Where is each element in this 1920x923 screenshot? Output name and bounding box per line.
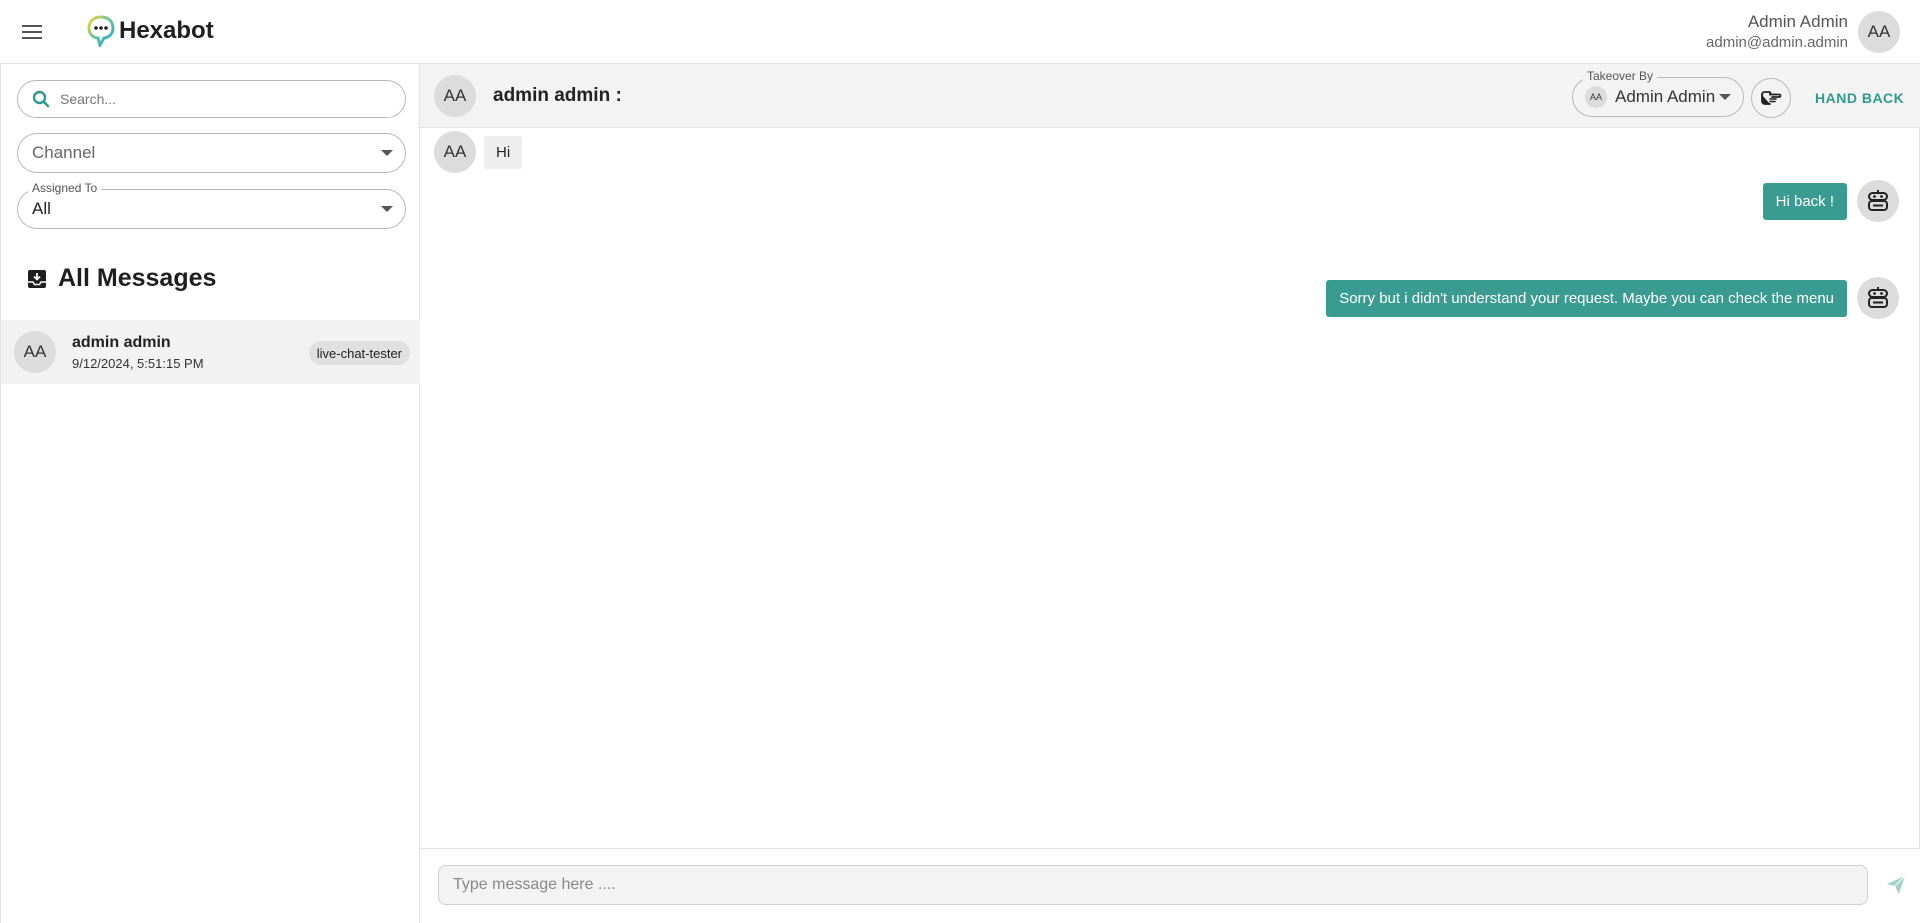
user-avatar[interactable]: AA <box>1858 11 1900 53</box>
takeover-name: Admin Admin <box>1615 87 1716 106</box>
conversation-item[interactable]: AA admin admin 9/12/2024, 5:51:15 PM liv… <box>1 320 420 384</box>
takeover-select[interactable]: Takeover By AA Admin Admin <box>1572 69 1744 117</box>
user-menu[interactable]: Admin Admin admin@admin.admin AA <box>1706 11 1900 53</box>
app-name: Hexabot <box>119 17 214 44</box>
channel-label: Channel <box>32 143 96 162</box>
chat-bubble-logo-icon <box>87 15 115 47</box>
robot-icon <box>1857 180 1899 222</box>
send-icon <box>1886 875 1906 895</box>
chat-header: AA admin admin : Takeover By AA Admin Ad… <box>420 64 1920 128</box>
conversation-avatar: AA <box>14 331 56 373</box>
channel-chip: live-chat-tester <box>308 341 410 365</box>
section-title-text: All Messages <box>58 264 217 292</box>
conversation-date: 9/12/2024, 5:51:15 PM <box>72 355 204 371</box>
chat-avatar: AA <box>434 75 476 117</box>
hand-pointing-icon <box>1761 91 1782 105</box>
user-name: Admin Admin <box>1747 12 1848 31</box>
message-input[interactable] <box>438 865 1868 905</box>
search-input[interactable] <box>60 91 380 107</box>
send-button[interactable] <box>1882 871 1910 899</box>
assigned-to-value: All <box>32 199 51 218</box>
assign-button[interactable] <box>1751 78 1791 118</box>
section-title: All Messages <box>27 264 216 293</box>
takeover-label: Takeover By <box>1583 69 1658 83</box>
chevron-down-icon <box>381 206 393 212</box>
chat-panel: AA admin admin : Takeover By AA Admin Ad… <box>420 64 1920 923</box>
robot-icon <box>1857 277 1899 319</box>
message-composer <box>420 848 1920 923</box>
search-icon <box>32 90 50 108</box>
sidebar: Channel Assigned To All All Messages AA … <box>0 64 420 923</box>
hand-back-button[interactable]: HAND BACK <box>1800 78 1919 118</box>
sender-avatar: AA <box>434 131 476 173</box>
chevron-down-icon <box>381 150 393 156</box>
takeover-avatar: AA <box>1585 86 1607 108</box>
top-bar: Hexabot Admin Admin admin@admin.admin AA <box>0 0 1920 64</box>
message-incoming: AA Hi <box>434 131 523 173</box>
assigned-to-select[interactable]: Assigned To All <box>17 181 406 229</box>
message-bubble: Hi <box>484 135 523 169</box>
message-outgoing: Sorry but i didn't understand your reque… <box>1326 277 1899 319</box>
message-outgoing: Hi back ! <box>1762 180 1899 222</box>
app-logo[interactable]: Hexabot <box>87 13 214 49</box>
message-bubble: Sorry but i didn't understand your reque… <box>1326 279 1847 317</box>
hamburger-icon[interactable] <box>20 20 44 44</box>
inbox-icon <box>28 269 46 288</box>
channel-select[interactable]: Channel <box>17 133 406 173</box>
chat-title: admin admin : <box>493 85 622 106</box>
search-box[interactable] <box>17 80 406 118</box>
conversation-name: admin admin <box>72 333 171 351</box>
assigned-to-label: Assigned To <box>28 181 102 195</box>
chevron-down-icon <box>1719 94 1731 100</box>
user-email: admin@admin.admin <box>1706 34 1848 51</box>
message-bubble: Hi back ! <box>1762 182 1847 220</box>
